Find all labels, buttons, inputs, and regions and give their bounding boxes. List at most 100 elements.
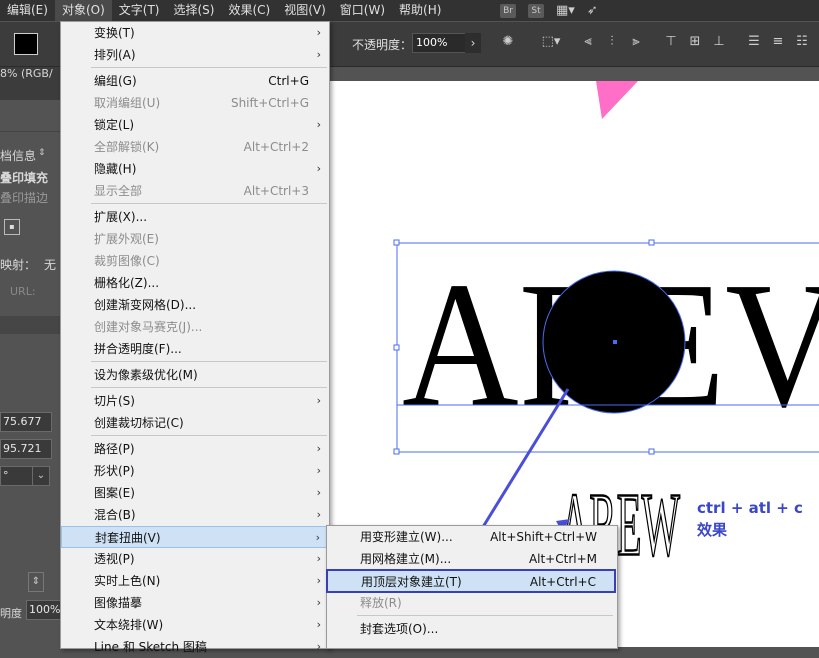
object-menu-item[interactable]: 图像描摹 ›	[61, 592, 327, 614]
align-left-icon[interactable]: ⫷	[580, 34, 596, 50]
envelope-submenu-item[interactable]: 释放(R)	[327, 592, 615, 614]
target-icon[interactable]: ▪	[4, 219, 20, 235]
opacity-input[interactable]: 100%	[412, 33, 467, 53]
object-menu-item[interactable]: 设为像素级优化(M)	[61, 364, 327, 386]
menu-item-label: 透视(P)	[94, 552, 135, 566]
menu-item-label: 编组(G)	[94, 74, 137, 88]
x-coordinate-field[interactable]: 75.677	[0, 412, 52, 432]
submenu-arrow-icon: ›	[316, 486, 321, 499]
object-menu-item[interactable]: 栅格化(Z)...	[61, 272, 327, 294]
submenu-arrow-icon: ›	[316, 574, 321, 587]
menu-item-label: 裁剪图像(C)	[94, 254, 160, 268]
menu-view[interactable]: 视图(V)	[277, 0, 333, 21]
object-menu-item[interactable]: 编组(G) Ctrl+G	[61, 70, 327, 92]
menu-type[interactable]: 文字(T)	[112, 0, 167, 21]
object-menu-item[interactable]: 实时上色(N) ›	[61, 570, 327, 592]
overprint-fill-label[interactable]: 叠印填充	[0, 169, 48, 186]
object-menu-item[interactable]: 封套扭曲(V) ›	[61, 526, 327, 548]
rotation-dropdown-icon[interactable]: ⌄	[32, 466, 50, 486]
object-menu-item[interactable]: Line 和 Sketch 图稿 ›	[61, 636, 327, 658]
align-bottom-icon[interactable]: ⊥	[711, 34, 727, 50]
object-menu-item[interactable]: 显示全部 Alt+Ctrl+3	[61, 180, 327, 202]
dropdown-chevron-icon[interactable]: ⇕	[38, 148, 46, 158]
align-top-icon[interactable]: ⊤	[663, 34, 679, 50]
align-center-icon[interactable]: ⫶	[604, 34, 620, 50]
rotation-field[interactable]: °	[0, 466, 34, 486]
menu-item-label: 变换(T)	[94, 26, 135, 40]
stepper-icon[interactable]: ⇕	[28, 572, 44, 592]
submenu-arrow-icon: ›	[316, 48, 321, 61]
opacity-chevron-icon[interactable]: ›	[465, 33, 481, 53]
annotation-line-1: ctrl + atl + c	[697, 499, 803, 517]
object-menu-item[interactable]: 创建对象马赛克(J)...	[61, 316, 327, 338]
overprint-stroke-label[interactable]: 叠印描边	[0, 189, 48, 206]
envelope-submenu-item[interactable]: 用网格建立(M)... Alt+Ctrl+M	[327, 548, 615, 570]
menu-item-label: 封套扭曲(V)	[95, 531, 161, 545]
object-menu-item[interactable]: 混合(B) ›	[61, 504, 327, 526]
selection-handle[interactable]	[393, 344, 400, 351]
pink-triangle-shape[interactable]	[596, 81, 638, 119]
menu-separator	[91, 435, 327, 436]
object-menu-item[interactable]: 拼合透明度(F)...	[61, 338, 327, 360]
submenu-arrow-icon: ›	[316, 394, 321, 407]
menu-item-label: 隐藏(H)	[94, 162, 137, 176]
distribute-middle-icon[interactable]: ≡	[770, 34, 786, 50]
recolor-icon[interactable]: ✺	[500, 34, 516, 50]
align-middle-icon[interactable]: ⊞	[687, 34, 703, 50]
envelope-submenu-item[interactable]: 封套选项(O)...	[327, 618, 615, 640]
menu-item-label: 排列(A)	[94, 48, 136, 62]
menu-item-label: 文本绕排(W)	[94, 618, 164, 632]
url-label: URL:	[10, 285, 36, 298]
object-menu-item[interactable]: 创建渐变网格(D)...	[61, 294, 327, 316]
envelope-submenu-item[interactable]: 用顶层对象建立(T) Alt+Ctrl+C	[326, 569, 616, 593]
object-menu-item[interactable]: 全部解锁(K) Alt+Ctrl+2	[61, 136, 327, 158]
align-right-icon[interactable]: ⫸	[628, 34, 644, 50]
object-menu-item[interactable]: 扩展外观(E)	[61, 228, 327, 250]
object-menu-item[interactable]: 变换(T) ›	[61, 22, 327, 44]
envelope-submenu-item[interactable]: 用变形建立(W)... Alt+Shift+Ctrl+W	[327, 526, 615, 548]
menu-item-shortcut: Alt+Ctrl+C	[529, 575, 596, 589]
selection-handle[interactable]	[648, 448, 655, 455]
object-menu-item[interactable]: 透视(P) ›	[61, 548, 327, 570]
menu-select[interactable]: 选择(S)	[166, 0, 221, 21]
align-to-icon[interactable]: ⬚▾	[540, 34, 562, 50]
object-menu-item[interactable]: 路径(P) ›	[61, 438, 327, 460]
object-menu-item[interactable]: 切片(S) ›	[61, 390, 327, 412]
stock-icon[interactable]: St	[528, 3, 544, 18]
menu-object[interactable]: 对象(O)	[54, 0, 112, 21]
object-menu-item[interactable]: 形状(P) ›	[61, 460, 327, 482]
menu-effect[interactable]: 效果(C)	[221, 0, 277, 21]
submenu-arrow-icon: ›	[316, 162, 321, 175]
menu-help[interactable]: 帮助(H)	[392, 0, 448, 21]
distribute-top-icon[interactable]: ☰	[746, 34, 762, 50]
object-menu-item[interactable]: 文本绕排(W) ›	[61, 614, 327, 636]
submenu-arrow-icon: ›	[315, 531, 320, 544]
object-menu-item[interactable]: 隐藏(H) ›	[61, 158, 327, 180]
submenu-arrow-icon: ›	[316, 118, 321, 131]
distribute-bottom-icon[interactable]: ☷	[794, 34, 810, 50]
app-icons: Br St ▦▾ ➶	[500, 0, 598, 21]
menu-separator	[91, 361, 327, 362]
y-coordinate-field[interactable]: 95.721	[0, 439, 52, 459]
menu-window[interactable]: 窗口(W)	[333, 0, 392, 21]
menu-item-shortcut: Alt+Ctrl+M	[528, 552, 597, 566]
selection-handle[interactable]	[393, 239, 400, 246]
selection-handle[interactable]	[648, 239, 655, 246]
feather-icon[interactable]: ➶	[587, 3, 598, 18]
doc-info-label: 档信息	[0, 149, 37, 163]
object-menu-item[interactable]: 图案(E) ›	[61, 482, 327, 504]
menu-item-label: 创建裁切标记(C)	[94, 416, 184, 430]
object-menu-item[interactable]: 创建裁切标记(C)	[61, 412, 327, 434]
object-menu-item[interactable]: 裁剪图像(C)	[61, 250, 327, 272]
fill-color-swatch[interactable]	[14, 33, 38, 55]
mapping-value[interactable]: 无	[44, 256, 56, 273]
object-menu-item[interactable]: 扩展(X)...	[61, 206, 327, 228]
object-menu-item[interactable]: 取消编组(U) Shift+Ctrl+G	[61, 92, 327, 114]
bridge-icon[interactable]: Br	[500, 3, 516, 18]
panel-opacity-field[interactable]: 100%	[26, 600, 62, 620]
object-menu-item[interactable]: 排列(A) ›	[61, 44, 327, 66]
object-menu-item[interactable]: 锁定(L) ›	[61, 114, 327, 136]
menu-edit[interactable]: 编辑(E)	[0, 0, 55, 21]
workspace-grid-icon[interactable]: ▦▾	[556, 3, 575, 18]
selection-handle[interactable]	[393, 448, 400, 455]
